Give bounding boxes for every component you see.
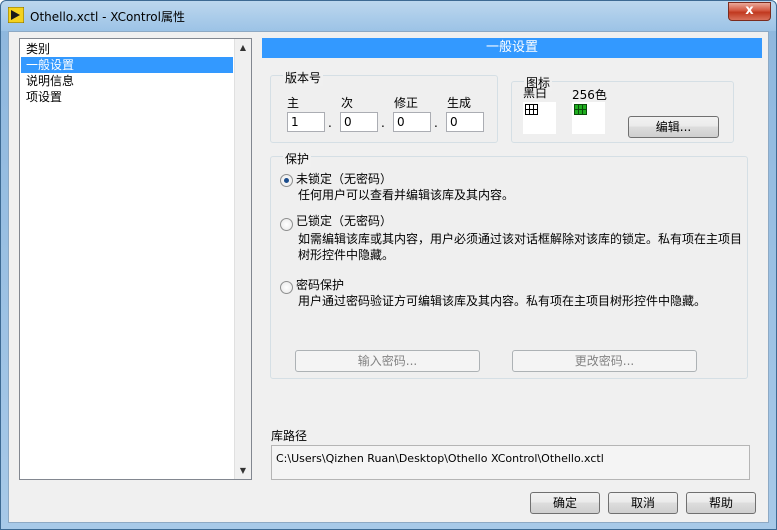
build-version-input[interactable]: 0 [446, 112, 484, 132]
enter-password-button[interactable]: 输入密码... [295, 350, 480, 372]
major-version-input[interactable]: 1 [287, 112, 325, 132]
category-scrollbar[interactable]: ▲ ▼ [234, 39, 251, 479]
ok-button[interactable]: 确定 [530, 492, 600, 514]
color-grid-icon [574, 104, 587, 115]
version-separator: . [328, 116, 332, 130]
change-password-button[interactable]: 更改密码... [512, 350, 697, 372]
password-radio[interactable] [280, 281, 293, 294]
dialog-client-area: 类别 一般设置 说明信息 项设置 ▲ ▼ 一般设置 版本号 主 次 修正 生成 … [8, 31, 769, 523]
scroll-down-icon[interactable]: ▼ [235, 462, 251, 479]
unlocked-radio[interactable] [280, 174, 293, 187]
bw-icon-label: 黑白 [523, 86, 548, 100]
section-header: 一般设置 [262, 38, 762, 58]
color-icon-label: 256色 [572, 88, 607, 102]
protection-group-title: 保护 [283, 150, 312, 167]
fix-version-input[interactable]: 0 [393, 112, 431, 132]
dialog-window: Othello.xctl - XControl属性 x 类别 一般设置 说明信息… [0, 0, 777, 530]
minor-version-input[interactable]: 0 [340, 112, 378, 132]
unlocked-label[interactable]: 未锁定（无密码） [296, 170, 392, 187]
category-header: 类别 [26, 42, 51, 56]
bw-icon-preview[interactable] [523, 102, 556, 134]
fix-label: 修正 [394, 96, 419, 110]
close-icon: x [745, 3, 754, 18]
unlocked-description: 任何用户可以查看并编辑该库及其内容。 [298, 188, 515, 202]
major-label: 主 [287, 96, 300, 110]
version-group-title: 版本号 [283, 69, 324, 86]
color-icon-preview[interactable] [572, 102, 605, 134]
locked-radio[interactable] [280, 218, 293, 231]
category-item-general[interactable]: 一般设置 [21, 57, 233, 73]
category-item-item-settings[interactable]: 项设置 [21, 89, 233, 105]
help-button[interactable]: 帮助 [686, 492, 756, 514]
protection-group: 保护 未锁定（无密码） 任何用户可以查看并编辑该库及其内容。 已锁定（无密码） … [270, 150, 748, 379]
version-separator: . [381, 116, 385, 130]
build-label: 生成 [447, 96, 472, 110]
scroll-up-icon[interactable]: ▲ [235, 39, 251, 56]
locked-description: 如需编辑该库或其内容，用户必须通过该对话框解除对该库的锁定。私有项在主项目树形控… [298, 232, 743, 262]
window-title: Othello.xctl - XControl属性 [30, 10, 185, 24]
version-group: 版本号 主 次 修正 生成 1 . 0 . 0 . 0 [270, 69, 498, 143]
icon-group: 图标 黑白 256色 编辑... [511, 74, 734, 143]
minor-label: 次 [341, 96, 354, 110]
bw-grid-icon [525, 104, 538, 115]
edit-icon-button[interactable]: 编辑... [628, 116, 719, 138]
password-label[interactable]: 密码保护 [296, 276, 344, 293]
labview-app-icon [8, 7, 24, 23]
locked-label[interactable]: 已锁定（无密码） [296, 212, 392, 229]
library-path-field[interactable]: C:\Users\Qizhen Ruan\Desktop\Othello XCo… [271, 445, 750, 480]
cancel-button[interactable]: 取消 [608, 492, 678, 514]
version-separator: . [434, 116, 438, 130]
category-list[interactable]: 类别 一般设置 说明信息 项设置 ▲ ▼ [19, 38, 252, 480]
category-item-documentation[interactable]: 说明信息 [21, 73, 233, 89]
title-bar[interactable]: Othello.xctl - XControl属性 x [1, 1, 776, 31]
password-description: 用户通过密码验证方可编辑该库及其内容。私有项在主项目树形控件中隐藏。 [298, 294, 707, 308]
close-window-button[interactable]: x [728, 2, 771, 21]
library-path-label: 库路径 [271, 429, 308, 443]
